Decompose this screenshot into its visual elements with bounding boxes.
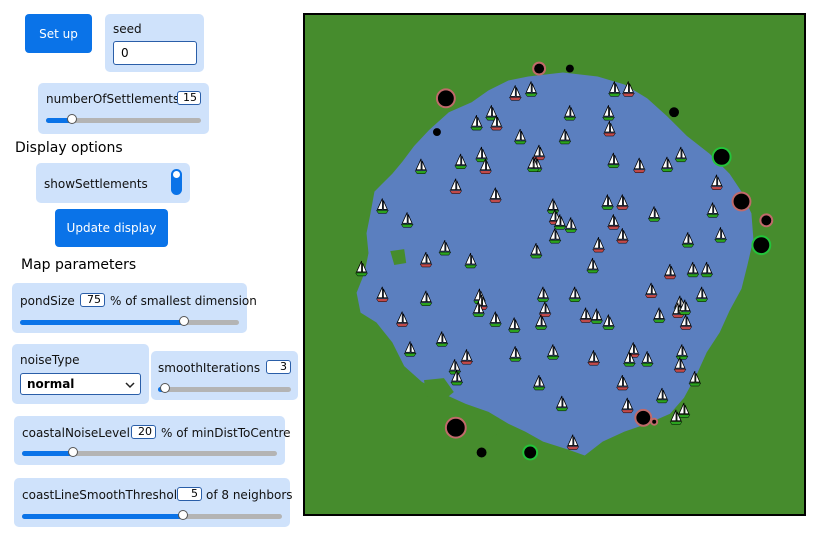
show-settlements-label: showSettlements (44, 177, 148, 191)
coast-line-smooth-threshold-slider[interactable] (22, 510, 282, 520)
slider-knob[interactable] (68, 447, 78, 457)
pond-size-panel: pondSize 75 % of smallest dimension (12, 283, 257, 333)
settlement-icon (432, 128, 441, 137)
pond-size-value[interactable]: 75 (80, 293, 105, 307)
settlement-icon (711, 146, 732, 167)
pond-size-unit: % of smallest dimension (110, 294, 257, 308)
slider-knob[interactable] (178, 510, 189, 520)
slider-fill (20, 320, 185, 325)
coastal-noise-level-label: coastalNoiseLevel (22, 426, 130, 440)
setup-button[interactable]: Set up (25, 14, 92, 53)
coastal-noise-level-unit: % of minDistToCentre (161, 426, 291, 440)
number-of-settlements-label: numberOfSettlements (46, 92, 180, 106)
chevron-down-icon (124, 376, 136, 395)
pond-size-label: pondSize (20, 294, 75, 308)
coastal-noise-level-slider[interactable] (22, 447, 277, 457)
number-of-settlements-panel: numberOfSettlements 15 (38, 83, 209, 134)
seed-label: seed (113, 22, 142, 36)
pond-size-slider[interactable] (20, 316, 239, 326)
settlement-icon (532, 61, 547, 76)
number-of-settlements-slider[interactable] (46, 114, 201, 124)
slider-knob[interactable] (179, 316, 190, 326)
settlement-icon (565, 64, 574, 73)
settlement-icon (650, 417, 659, 426)
coast-line-smooth-threshold-panel: coastLineSmoothThreshold 5 of 8 neighbor… (14, 478, 293, 527)
smooth-iterations-value[interactable]: 3 (266, 360, 291, 374)
noise-type-select[interactable]: normal (20, 373, 141, 395)
slider-fill (22, 451, 73, 456)
settlement-icon (522, 444, 539, 461)
show-settlements-toggle[interactable] (171, 169, 182, 195)
toggle-knob (173, 171, 180, 178)
settlement-icon (751, 235, 772, 256)
display-options-heading: Display options (15, 140, 123, 156)
settlement-icon (669, 107, 680, 118)
map-canvas[interactable] (303, 13, 806, 516)
coastal-noise-level-panel: coastalNoiseLevel 20 % of minDistToCentr… (14, 416, 291, 465)
coast-line-smooth-threshold-unit: of 8 neighbors (206, 488, 293, 502)
slider-knob[interactable] (159, 383, 170, 393)
settlement-icon (444, 416, 467, 439)
seed-panel: seed (105, 14, 204, 72)
noise-type-selected: normal (27, 377, 75, 391)
settlement-icon (435, 88, 456, 109)
number-of-settlements-value[interactable]: 15 (177, 91, 201, 105)
settlement-icon (476, 447, 487, 458)
coast-line-smooth-threshold-value[interactable]: 5 (177, 487, 202, 501)
smooth-iterations-panel: smoothIterations 3 (151, 351, 298, 400)
seed-input[interactable] (113, 41, 197, 65)
settlement-icon (731, 191, 752, 212)
noise-type-label: noiseType (20, 353, 80, 367)
coast-line-smooth-threshold-label: coastLineSmoothThreshold (22, 488, 185, 502)
coastal-noise-level-value[interactable]: 20 (131, 425, 156, 439)
settlement-icon (634, 408, 653, 427)
show-settlements-panel: showSettlements (36, 163, 190, 203)
smooth-iterations-slider[interactable] (158, 383, 291, 393)
update-display-button[interactable]: Update display (55, 209, 168, 247)
slider-fill (22, 514, 184, 519)
map-parameters-heading: Map parameters (21, 257, 137, 273)
smooth-iterations-label: smoothIterations (158, 361, 261, 375)
slider-knob[interactable] (67, 114, 78, 124)
noise-type-panel: noiseType normal (12, 344, 149, 404)
settlement-icon (759, 213, 774, 228)
